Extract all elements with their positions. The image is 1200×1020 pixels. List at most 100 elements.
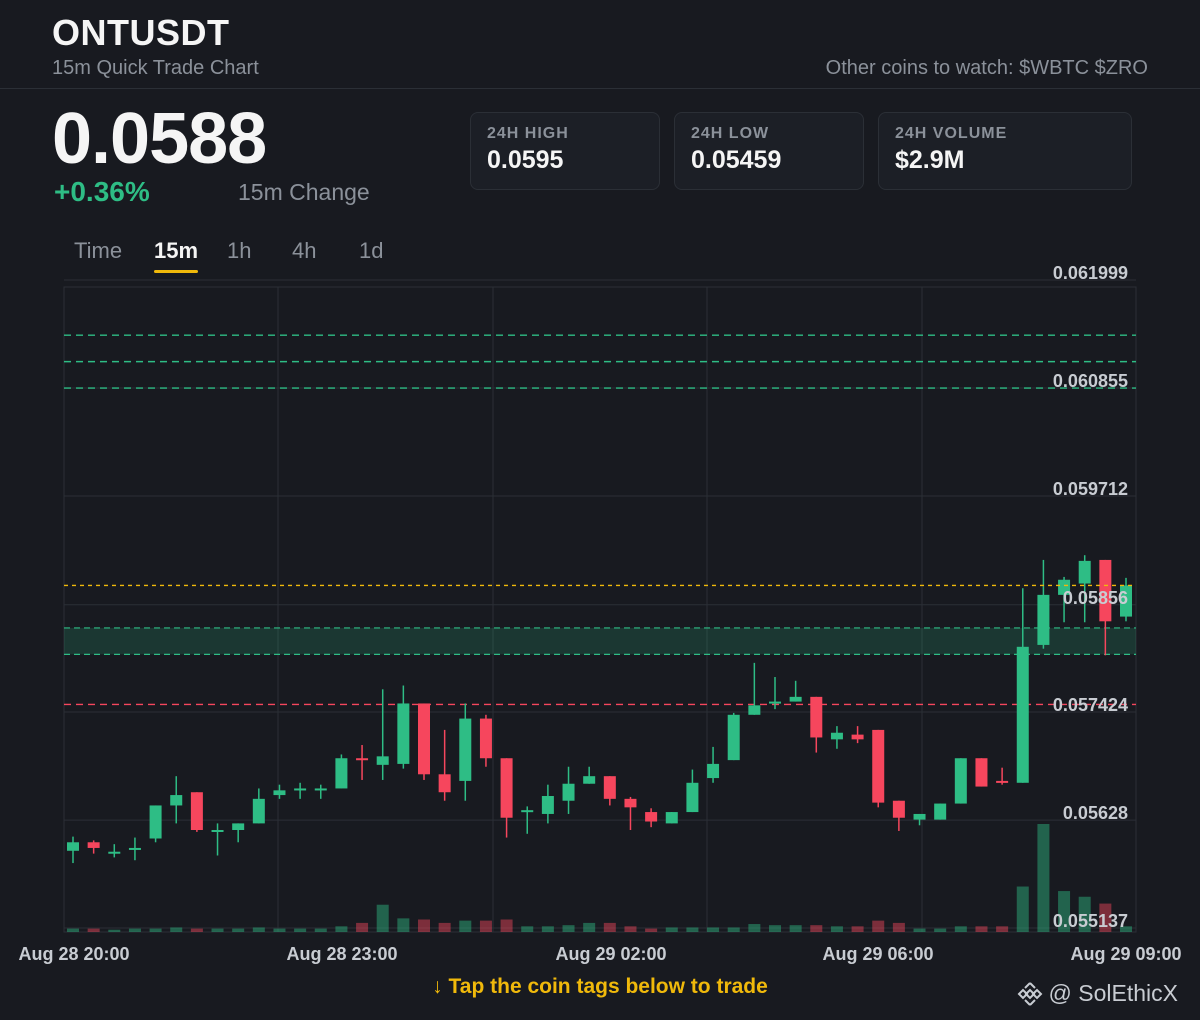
candle-body [934,803,947,820]
x-axis-tick-label: Aug 29 06:00 [822,944,933,964]
candle-body [67,842,79,851]
candle-body [356,758,369,761]
candle-body [892,800,905,818]
volume-bar [686,927,699,932]
candle-body [872,729,885,803]
candle-body [1037,594,1050,645]
volume-bar [624,926,637,932]
y-axis-tick-label: 0.055137 [1053,911,1128,931]
brand-label: @ SolEthicX [1048,980,1178,1006]
candle-body [252,798,265,824]
candle-body [479,718,492,759]
y-axis-tick-label: 0.061999 [1053,263,1128,283]
y-axis-tick-label: 0.057424 [1053,695,1128,715]
binance-logo-icon [1017,981,1042,1006]
volume-bar [67,928,79,932]
volume-bar [128,928,141,932]
volume-bar [397,918,410,932]
candle-body [851,734,864,740]
candle-body [149,805,162,839]
y-axis-tick-label: 0.05856 [1063,588,1128,608]
volume-bar [232,928,245,932]
candle-body [314,788,327,791]
y-axis-tick-label: 0.05628 [1063,803,1128,823]
candle-body [810,696,823,738]
volume-bar [603,922,616,932]
candle-body [727,714,740,761]
candle-body [624,798,637,808]
volume-bar [892,922,905,932]
candle-body [954,758,967,804]
candle-body [707,763,720,779]
candle-body [521,810,534,813]
candle-body [438,774,451,793]
x-axis-tick-label: Aug 29 09:00 [1070,944,1181,964]
brand-watermark: @ SolEthicX [1017,980,1178,1007]
candle-body [376,756,389,765]
candle-body [562,783,575,801]
volume-bar [727,927,740,932]
x-axis-tick-label: Aug 29 02:00 [555,944,666,964]
candle-body [418,703,430,775]
volume-bar [314,928,327,932]
candle-body [686,782,699,813]
volume-bar [996,926,1009,932]
volume-bar [500,919,513,932]
candle-body [87,842,100,848]
candle-body [1078,560,1091,584]
volume-bar [954,926,967,932]
volume-bar [707,927,720,932]
candle-body [128,847,141,850]
volume-bar [975,926,988,932]
volume-bar [1016,886,1029,932]
volume-bar [438,922,451,932]
volume-bar [459,920,472,932]
volume-bar [913,928,926,932]
volume-bar [872,920,885,932]
candle-body [748,705,761,715]
x-axis-tick-label: Aug 28 20:00 [18,944,129,964]
candle-body [1016,646,1029,783]
candle-body [294,788,307,791]
volume-bar [830,926,843,932]
volume-bar [108,929,121,932]
y-axis-tick-label: 0.060855 [1053,371,1128,391]
volume-bar [294,928,307,932]
volume-bar [252,927,265,932]
candle-body [459,718,472,781]
candle-body [232,823,245,831]
candle-body [541,796,554,814]
volume-bar [769,925,781,932]
candle-body [769,701,781,704]
volume-bar [583,922,596,932]
volume-bar [934,928,947,932]
y-axis-tick-label: 0.059712 [1053,479,1128,499]
candle-body [170,795,183,806]
volume-bar [356,922,369,932]
volume-bar [789,925,802,932]
candle-body [996,780,1009,783]
x-axis-tick-label: Aug 28 23:00 [286,944,397,964]
volume-bar [562,925,575,932]
volume-bar [190,928,203,932]
candle-body [603,776,616,799]
volume-bar [273,928,286,932]
candle-body [335,758,348,789]
volume-bar [479,920,492,932]
volume-bar [211,928,224,932]
candle-body [645,812,658,822]
volume-bar [376,904,389,932]
volume-bar [541,926,554,932]
candle-body [913,813,926,820]
volume-bar [87,928,100,932]
volume-bar [418,919,430,932]
volume-bar [810,925,823,932]
volume-bar [521,926,534,932]
candlestick-chart[interactable]: 0.061999 0.060855 0.059712 0.05856 0.057424 0… [0,0,1200,980]
plot-area [63,286,1137,933]
volume-bar [645,928,658,932]
volume-bar [335,926,348,932]
support-zone [64,627,1136,655]
candle-body [397,703,410,764]
candle-body [583,776,596,784]
